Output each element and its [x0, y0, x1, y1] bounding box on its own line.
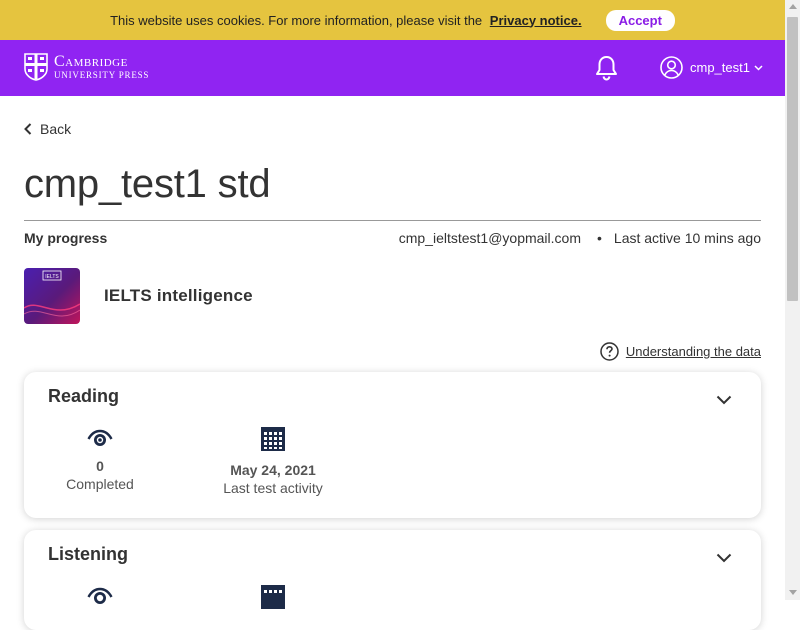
last-activity-value: May 24, 2021 [230, 462, 316, 478]
chevron-left-icon [24, 123, 32, 135]
scroll-down-arrow[interactable] [789, 590, 797, 595]
section-title-listening: Listening [48, 544, 128, 564]
understanding-data-label: Understanding the data [625, 344, 761, 359]
listening-completed-stat [48, 586, 152, 609]
reading-section-card: Reading 0 Completed May 24, 2021 Last te… [24, 372, 761, 518]
crest-icon [24, 53, 48, 81]
completed-stat: 0 Completed [48, 428, 152, 492]
accept-cookies-button[interactable]: Accept [605, 9, 675, 31]
calendar-icon [261, 585, 285, 609]
chevron-down-icon [754, 64, 763, 71]
site-header: Cambridge University Press cmp_test1 [0, 40, 785, 96]
understanding-data-link[interactable]: Understanding the data [600, 342, 761, 361]
back-label: Back [40, 121, 72, 137]
page-title: cmp_test1 std [24, 162, 271, 206]
my-progress-label: My progress [24, 230, 108, 246]
expand-listening-button[interactable] [716, 550, 732, 568]
last-activity-stat: May 24, 2021 Last test activity [208, 426, 338, 496]
info-separator: • [597, 230, 602, 246]
user-circle-icon [660, 56, 683, 79]
course-thumbnail-art: IELTS [24, 268, 80, 324]
course-thumbnail: IELTS [24, 268, 80, 324]
cookie-message-text: This website uses cookies. For more info… [110, 12, 483, 28]
eye-icon [87, 429, 113, 446]
last-active: Last active 10 mins ago [613, 230, 761, 246]
title-divider [24, 220, 761, 221]
completed-value: 0 [96, 458, 104, 474]
username-label: cmp_test1 [690, 60, 750, 75]
thumbnail-label: IELTS [45, 274, 59, 280]
logo-line-2: University Press [54, 70, 150, 80]
notifications-button[interactable] [594, 55, 619, 86]
calendar-icon [261, 427, 285, 451]
back-link[interactable]: Back [24, 121, 71, 137]
chevron-down-icon [716, 553, 732, 563]
question-circle-icon [600, 342, 619, 361]
user-info: cmp_ieltstest1@yopmail.com • Last active… [399, 230, 761, 246]
cookie-message: This website uses cookies. For more info… [110, 13, 582, 28]
scroll-up-arrow[interactable] [789, 4, 797, 9]
privacy-notice-link[interactable]: Privacy notice. [490, 13, 582, 28]
listening-activity-stat [208, 584, 338, 613]
cookie-banner: This website uses cookies. For more info… [0, 0, 785, 40]
scroll-thumb[interactable] [787, 17, 798, 301]
user-email: cmp_ieltstest1@yopmail.com [398, 230, 581, 246]
page-scrollbar[interactable] [785, 0, 800, 600]
eye-icon [87, 587, 113, 604]
logo-wordmark: Cambridge University Press [54, 54, 149, 80]
section-title-reading: Reading [48, 386, 120, 406]
cambridge-logo[interactable]: Cambridge University Press [24, 53, 149, 81]
listening-section-card: Listening [24, 530, 761, 630]
completed-label: Completed [66, 476, 134, 492]
bell-icon [596, 56, 617, 81]
course-title: IELTS intelligence [104, 286, 253, 305]
user-menu[interactable]: cmp_test1 [660, 56, 763, 79]
logo-line-1: Cambridge [54, 53, 128, 70]
chevron-down-icon [716, 395, 732, 405]
last-activity-label: Last test activity [223, 480, 323, 496]
expand-reading-button[interactable] [716, 392, 732, 410]
